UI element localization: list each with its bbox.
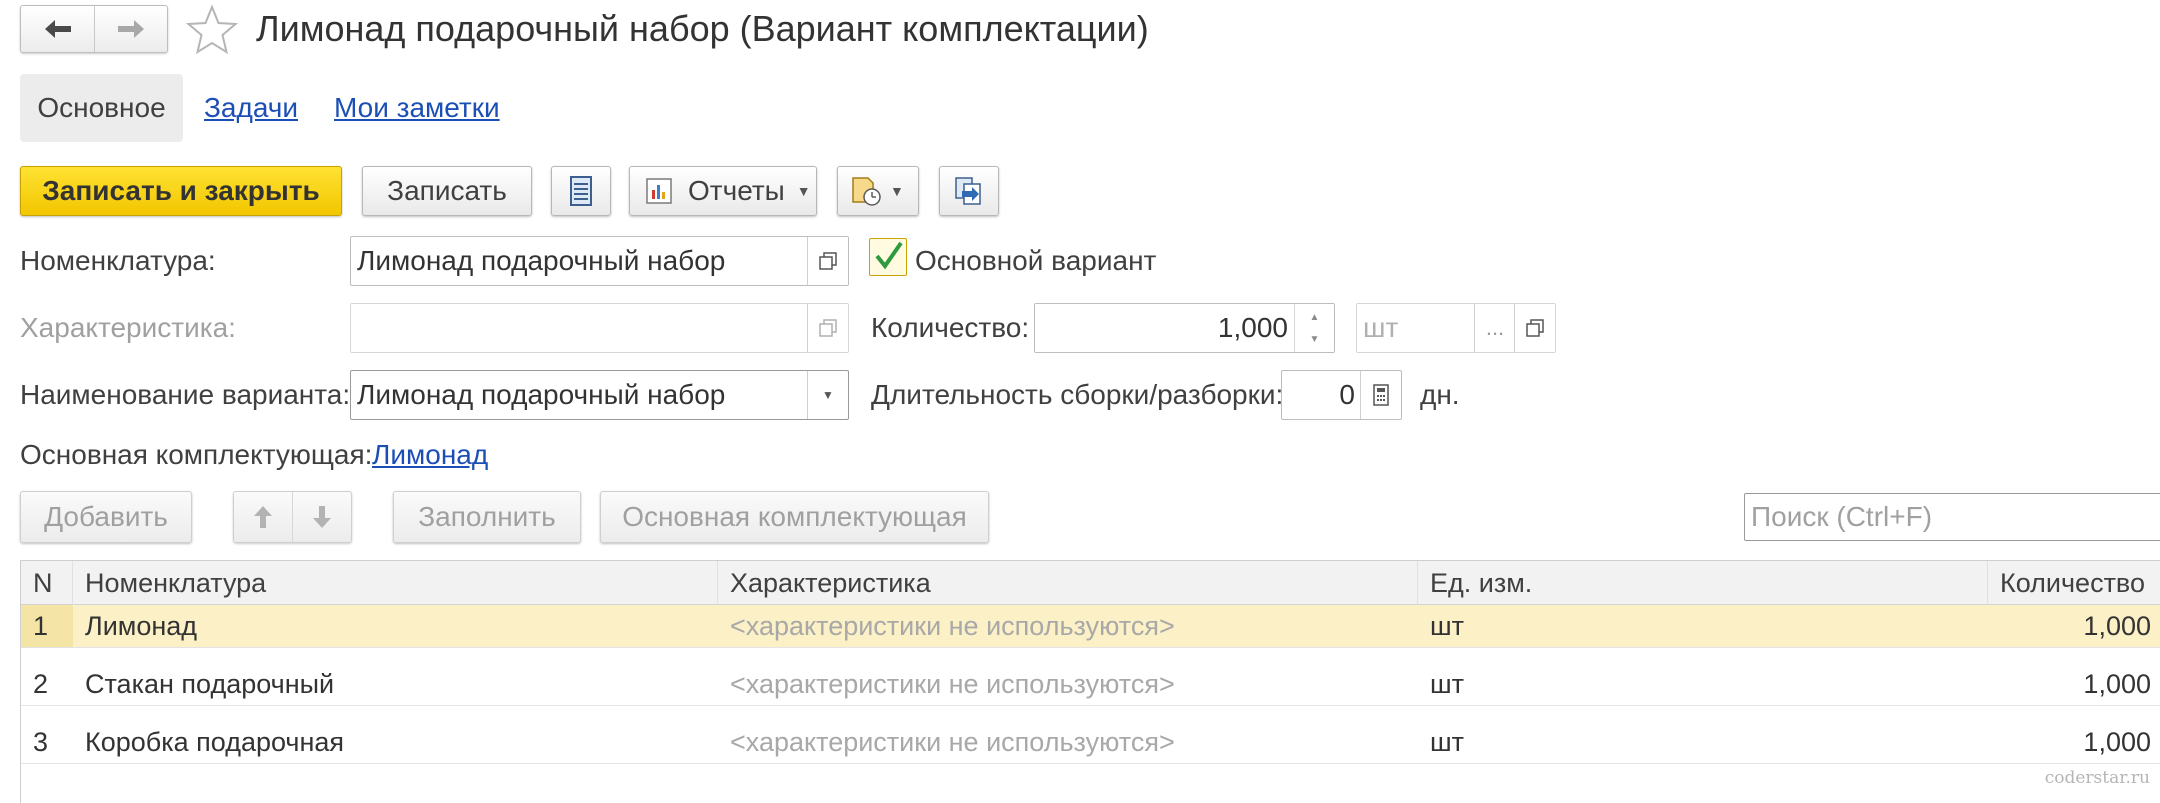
- unit-placeholder: шт: [1363, 312, 1399, 343]
- move-buttons: [233, 491, 352, 543]
- row-unit: шт: [1430, 610, 1465, 641]
- open-icon[interactable]: [807, 304, 848, 352]
- main-component-link[interactable]: Лимонад: [372, 438, 488, 472]
- row-characteristic: <характеристики не используются>: [730, 610, 1175, 641]
- quantity-label: Количество:: [871, 312, 1030, 343]
- open-icon[interactable]: [807, 237, 848, 285]
- tab-main[interactable]: Основное: [20, 74, 183, 142]
- row-nomenclature: Лимонад: [85, 610, 198, 641]
- favorite-star-icon[interactable]: [185, 4, 239, 56]
- search-placeholder: Поиск (Ctrl+F): [1751, 501, 1933, 532]
- duration-value: 0: [1339, 379, 1355, 410]
- duration-unit: дн.: [1420, 379, 1460, 410]
- reports-button[interactable]: Отчеты ▼: [629, 166, 817, 216]
- stepper-buttons[interactable]: ▲ ▼: [1294, 304, 1334, 352]
- tab-notes[interactable]: Мои заметки: [334, 91, 500, 125]
- table-header: N Номенклатура Характеристика Ед. изм. К…: [21, 561, 2160, 605]
- row-characteristic: <характеристики не используются>: [730, 668, 1175, 699]
- stepper-up-icon[interactable]: ▲: [1295, 306, 1334, 328]
- move-down-button[interactable]: [293, 492, 351, 542]
- row-quantity: 1,000: [2083, 668, 2151, 699]
- chevron-down-icon: ▼: [796, 183, 811, 199]
- column-header-quantity[interactable]: Количество: [1988, 561, 2160, 605]
- save-button[interactable]: Записать: [362, 166, 532, 216]
- variant-name-value: Лимонад подарочный набор: [357, 379, 726, 410]
- list-icon: [570, 176, 592, 206]
- unit-select-button[interactable]: ...: [1474, 304, 1515, 352]
- table-row[interactable]: 3 Коробка подарочная <характеристики не …: [21, 721, 2160, 764]
- variant-name-field[interactable]: Лимонад подарочный набор ▼: [350, 370, 849, 420]
- quantity-stepper[interactable]: 1,000 ▲ ▼: [1034, 303, 1335, 353]
- arrow-left-icon: [44, 20, 71, 38]
- search-input[interactable]: Поиск (Ctrl+F): [1744, 493, 2160, 541]
- table-row[interactable]: 2 Стакан подарочный <характеристики не и…: [21, 663, 2160, 706]
- chevron-down-icon[interactable]: ▼: [807, 371, 848, 419]
- row-nomenclature: Коробка подарочная: [85, 726, 345, 757]
- characteristic-field[interactable]: [350, 303, 849, 353]
- chevron-down-icon: ▼: [890, 183, 904, 199]
- duration-field[interactable]: 0: [1281, 370, 1402, 420]
- fill-button[interactable]: Заполнить: [393, 491, 581, 543]
- row-number: 2: [33, 668, 49, 699]
- column-header-nomenclature[interactable]: Номенклатура: [73, 561, 718, 605]
- list-button[interactable]: [551, 166, 611, 216]
- main-variant-checkbox[interactable]: [869, 238, 907, 276]
- column-header-characteristic[interactable]: Характеристика: [718, 561, 1418, 605]
- components-table: N Номенклатура Характеристика Ед. изм. К…: [20, 560, 2160, 803]
- save-and-close-button[interactable]: Записать и закрыть: [20, 166, 342, 216]
- row-number: 3: [33, 726, 49, 757]
- tab-main-label: Основное: [37, 92, 166, 123]
- main-component-label: Основная комплектующая:: [20, 439, 373, 470]
- arrow-down-icon: [313, 506, 331, 528]
- row-unit: шт: [1430, 726, 1465, 757]
- variant-name-label: Наименование варианта:: [20, 379, 351, 410]
- row-nomenclature: Стакан подарочный: [85, 668, 335, 699]
- add-row-button[interactable]: Добавить: [20, 491, 192, 543]
- row-quantity: 1,000: [2083, 726, 2151, 757]
- move-up-button[interactable]: [234, 492, 293, 542]
- main-variant-label: Основной вариант: [915, 245, 1157, 276]
- document-clock-icon: [852, 177, 881, 206]
- calculator-icon[interactable]: [1360, 371, 1401, 419]
- quantity-value: 1,000: [1217, 312, 1288, 343]
- unit-field[interactable]: шт ...: [1356, 303, 1556, 353]
- arrow-right-icon: [118, 20, 144, 38]
- forward-button[interactable]: [95, 6, 167, 52]
- checkmark-icon: [875, 241, 903, 270]
- stepper-down-icon[interactable]: ▼: [1295, 328, 1334, 350]
- set-main-component-button[interactable]: Основная комплектующая: [600, 491, 989, 543]
- row-characteristic: <характеристики не используются>: [730, 726, 1175, 757]
- page-title: Лимонад подарочный набор (Вариант компле…: [256, 8, 1149, 49]
- column-header-n[interactable]: N: [21, 561, 73, 605]
- export-button[interactable]: [939, 166, 999, 216]
- row-number: 1: [21, 605, 73, 647]
- nomenclature-field[interactable]: Лимонад подарочный набор: [350, 236, 849, 286]
- row-unit: шт: [1430, 668, 1465, 699]
- watermark: coderstar.ru: [2044, 768, 2150, 788]
- open-icon[interactable]: [1514, 304, 1555, 352]
- arrow-up-icon: [254, 506, 272, 528]
- nav-buttons: [20, 5, 168, 53]
- documents-button[interactable]: ▼: [837, 166, 919, 216]
- nomenclature-label: Номенклатура:: [20, 245, 216, 276]
- row-quantity: 1,000: [2083, 610, 2151, 641]
- duration-label: Длительность сборки/разборки:: [871, 379, 1284, 410]
- column-header-unit[interactable]: Ед. изм.: [1418, 561, 1988, 605]
- nomenclature-value: Лимонад подарочный набор: [357, 245, 726, 276]
- characteristic-label: Характеристика:: [20, 312, 236, 343]
- report-chart-icon: [646, 178, 672, 204]
- export-icon: [955, 177, 981, 205]
- back-button[interactable]: [21, 6, 95, 52]
- tab-tasks[interactable]: Задачи: [204, 91, 298, 125]
- table-row[interactable]: 1 Лимонад <характеристики не используютс…: [21, 605, 2160, 648]
- reports-label: Отчеты: [688, 175, 785, 206]
